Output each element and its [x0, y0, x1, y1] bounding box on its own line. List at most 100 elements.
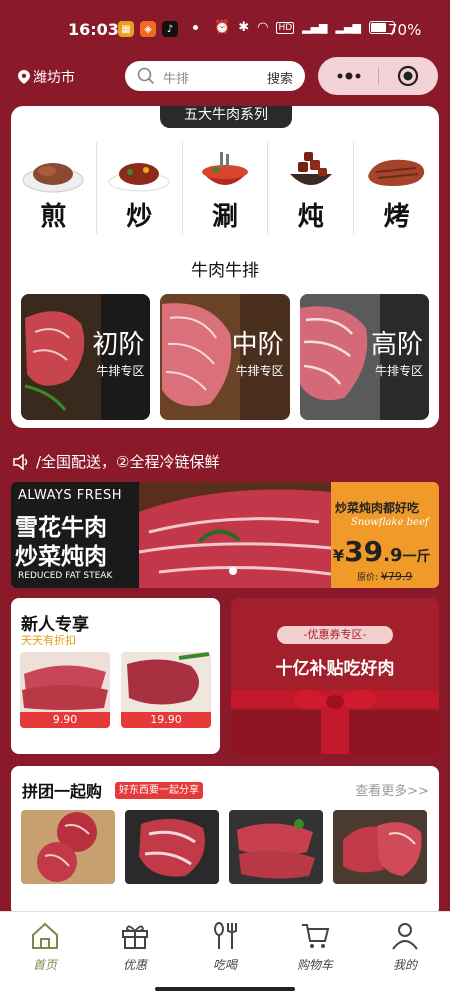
grill-icon	[367, 159, 424, 186]
tab-label: 购物车	[296, 958, 333, 972]
home-indicator[interactable]	[155, 987, 295, 991]
category-item-hotpot[interactable]: 涮	[183, 142, 269, 234]
level-name: 高阶	[370, 330, 423, 360]
level-name: 中阶	[231, 330, 284, 360]
tab-food[interactable]: 吃喝	[180, 912, 270, 981]
promo-banner[interactable]: ALWAYS FRESH 雪花牛肉 炒菜炖肉 REDUCED FAT STEAK…	[11, 482, 439, 588]
promo-price: ¥39.9一斤	[333, 535, 431, 568]
tiktok-icon: ♪	[162, 21, 178, 37]
product-image	[139, 818, 205, 877]
banner-price-panel: 炒菜炖肉都好吃 Snowflake beef ¥39.9一斤 原价: ¥79.9	[331, 482, 439, 588]
product-image	[121, 652, 211, 712]
level-sub: 牛排专区	[96, 364, 145, 378]
steak-levels: 初阶 牛排专区 中阶 牛排专区 高阶 牛排专区	[21, 294, 429, 420]
tab-home[interactable]: 首页	[0, 912, 90, 981]
steak-image	[21, 294, 102, 420]
new-user-subtitle: 天天有折扣	[21, 634, 76, 647]
new-user-product[interactable]: 19.90	[121, 652, 211, 728]
banner-line2: 炒菜炖肉	[15, 544, 107, 570]
banner-en-bottom: REDUCED FAT STEAK	[18, 571, 113, 581]
hd-icon: HD	[276, 21, 295, 34]
tab-label: 首页	[32, 958, 57, 972]
level-name: 初阶	[92, 330, 145, 360]
see-more-link[interactable]: 查看更多>>	[355, 780, 429, 799]
level-sub: 牛排专区	[235, 364, 284, 378]
steak-level-intermediate[interactable]: 中阶 牛排专区	[160, 294, 290, 420]
product-image	[37, 812, 97, 882]
steak-section-title: 牛肉牛排	[191, 261, 259, 281]
product-image	[20, 652, 110, 712]
tab-me[interactable]: 我的	[360, 912, 450, 981]
pan-steak-icon	[22, 163, 84, 193]
home-icon	[32, 922, 58, 949]
category-item-stew[interactable]: 炖	[268, 142, 355, 234]
user-icon	[392, 923, 418, 950]
speaker-icon	[13, 453, 28, 470]
category-row: 煎 炒 涮 炖 烤	[11, 142, 439, 234]
tab-deals[interactable]: 优惠	[90, 912, 180, 981]
miniapp-capsule	[318, 57, 438, 95]
status-dot-icon	[193, 25, 198, 30]
coupon-headline: 十亿补贴吃好肉	[275, 659, 395, 679]
coupon-zone-card[interactable]: -优惠券专区- 十亿补贴吃好肉	[231, 598, 439, 754]
cart-icon	[302, 924, 330, 948]
section-tag: 五大牛肉系列	[160, 106, 292, 128]
promo-script: Snowflake beef	[351, 517, 429, 528]
steak-level-advanced[interactable]: 高阶 牛排专区	[299, 294, 429, 420]
level-sub: 牛排专区	[374, 364, 423, 378]
promo-title: 炒菜炖肉都好吃	[335, 501, 420, 515]
status-app-icons: ▦ ◈ ♪	[118, 21, 178, 37]
steak-image	[160, 294, 241, 420]
search-bar[interactable]: 牛排 搜索	[125, 61, 305, 91]
category-label: 炒	[126, 202, 153, 232]
gesture-area	[0, 981, 450, 1001]
header: 潍坊市 牛排 搜索	[0, 57, 450, 98]
steak-level-beginner[interactable]: 初阶 牛排专区	[21, 294, 151, 420]
status-icons: ⏰ ✱ ◠ HD ▂▄▆ ▂▄▆	[214, 20, 395, 35]
tab-label: 优惠	[122, 958, 147, 972]
new-user-product[interactable]: 9.90	[20, 652, 110, 728]
product-image	[343, 822, 422, 876]
notice-text: /全国配送，②全程冷链保鲜	[36, 453, 220, 471]
product-image	[237, 819, 315, 879]
tab-label: 我的	[392, 958, 417, 972]
banner-en-top: ALWAYS FRESH	[18, 488, 123, 503]
utensils-icon	[214, 922, 237, 949]
signal-icon: ▂▄▆	[302, 21, 328, 34]
group-product[interactable]	[229, 810, 323, 884]
category-label: 烤	[383, 202, 410, 232]
new-user-card[interactable]: 新人专享 天天有折扣 9.90 19.90	[11, 598, 220, 754]
group-buy-badge: 好东西要一起分享	[115, 782, 203, 799]
category-card: 五大牛肉系列 煎 炒 涮 炖 烤 牛肉牛排 初阶 牛排专区 中阶 牛排专区 高阶…	[11, 106, 439, 428]
stir-fry-icon	[108, 163, 170, 192]
more-options-icon[interactable]	[336, 71, 362, 81]
location-pin-icon	[18, 70, 30, 84]
category-item-stirfry[interactable]: 炒	[97, 142, 183, 234]
group-product[interactable]	[333, 810, 427, 884]
close-miniapp-icon[interactable]	[397, 65, 419, 87]
category-item-grill[interactable]: 烤	[354, 142, 439, 234]
notice-bar: /全国配送，②全程冷链保鲜	[12, 451, 220, 472]
hotpot-icon	[201, 152, 248, 185]
product-price: 9.90	[20, 712, 110, 728]
carousel-indicator	[229, 567, 237, 575]
group-product[interactable]	[21, 810, 115, 884]
alarm-icon: ⏰	[214, 20, 231, 35]
tab-cart[interactable]: 购物车	[270, 912, 360, 981]
search-button[interactable]: 搜索	[267, 68, 293, 87]
bottom-tab-bar: 首页 优惠 吃喝 购物车 我的	[0, 911, 450, 981]
location-label: 潍坊市	[33, 70, 75, 86]
stew-icon	[289, 152, 332, 185]
wifi-icon: ◠	[257, 20, 269, 35]
group-product[interactable]	[125, 810, 219, 884]
search-input[interactable]: 牛排	[163, 68, 189, 87]
app-notification-icon: ▦	[118, 21, 134, 37]
category-item-fry[interactable]: 煎	[11, 142, 97, 234]
category-label: 涮	[211, 202, 238, 232]
group-buy-title: 拼团一起购	[22, 782, 103, 801]
app-notification-icon: ◈	[140, 21, 156, 37]
location-selector[interactable]: 潍坊市	[18, 67, 75, 87]
product-price: 19.90	[121, 712, 211, 728]
status-time: 16:03	[68, 20, 119, 39]
original-price: 原价: ¥79.9	[357, 570, 413, 583]
